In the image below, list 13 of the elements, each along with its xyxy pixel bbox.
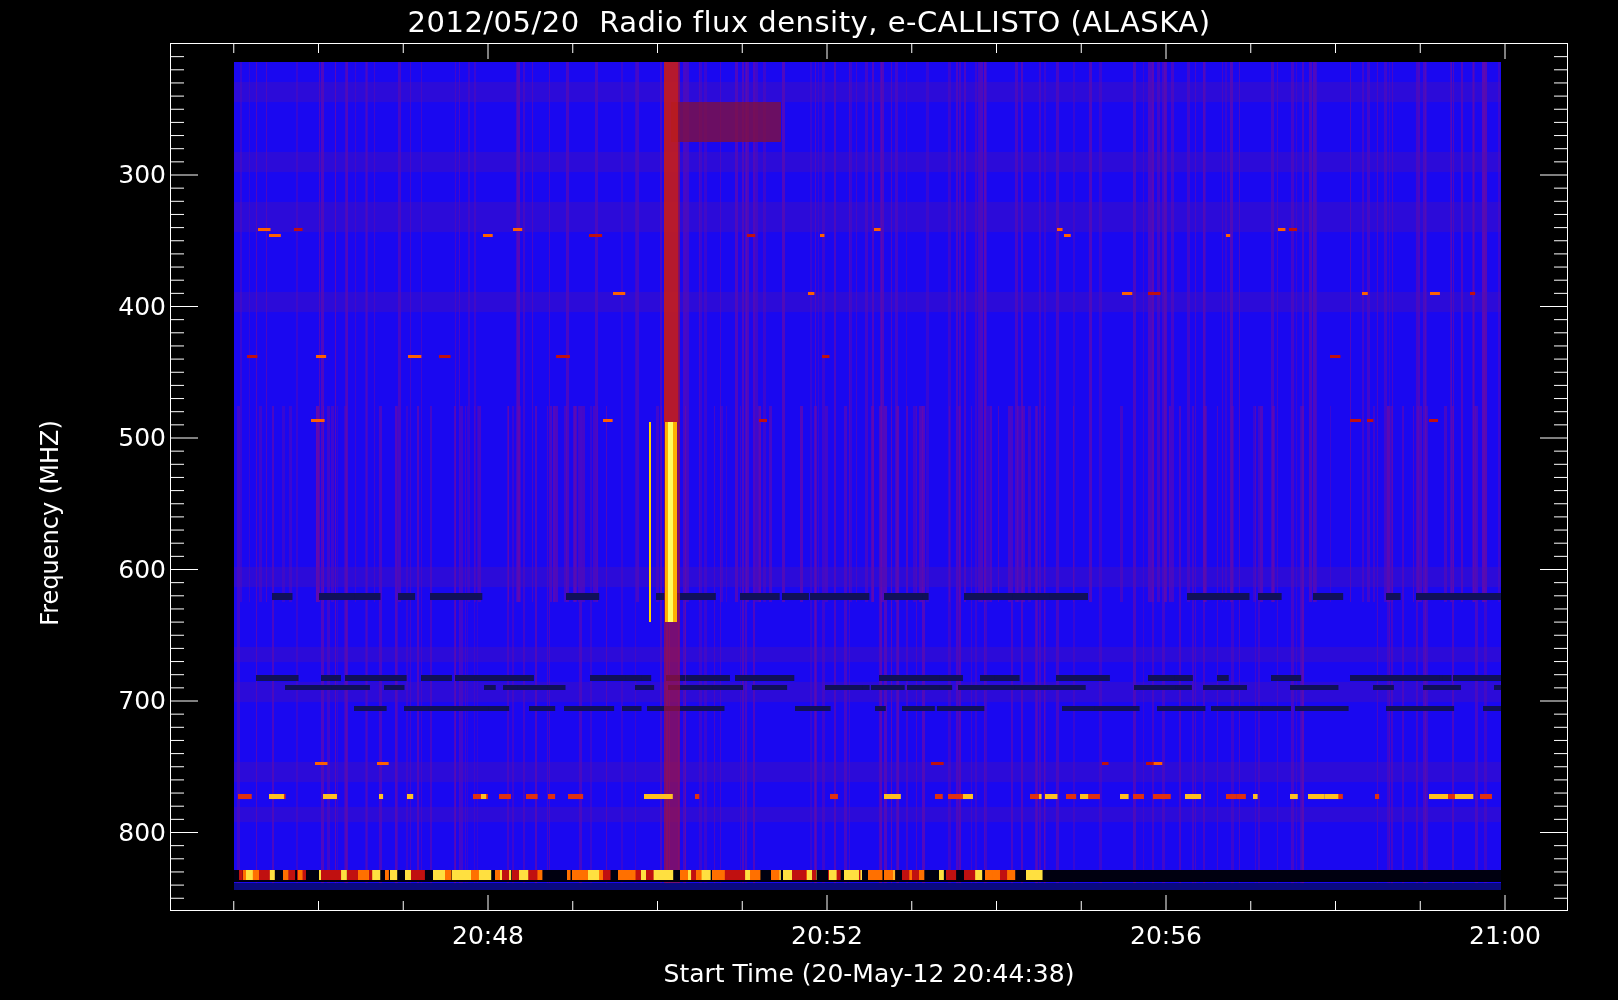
y-axis-label: Frequency (MHZ)	[36, 420, 64, 626]
x-tick-label: 20:52	[791, 921, 863, 950]
y-tick-label: 600	[118, 554, 166, 584]
plot-title: 2012/05/20 Radio flux density, e-CALLISTO (ALASKA)	[406, 3, 1212, 41]
y-tick-label: 800	[118, 817, 166, 847]
x-tick-label: 20:48	[452, 921, 524, 950]
x-axis-label: Start Time (20-May-12 20:44:38)	[663, 958, 1075, 988]
x-tick-label: 21:00	[1469, 921, 1541, 950]
y-tick-label: 400	[118, 291, 166, 321]
y-tick-label: 700	[118, 686, 166, 715]
y-tick-label: 300	[118, 160, 166, 189]
x-tick-label: 20:56	[1130, 921, 1202, 950]
y-tick-label: 500	[118, 423, 166, 452]
